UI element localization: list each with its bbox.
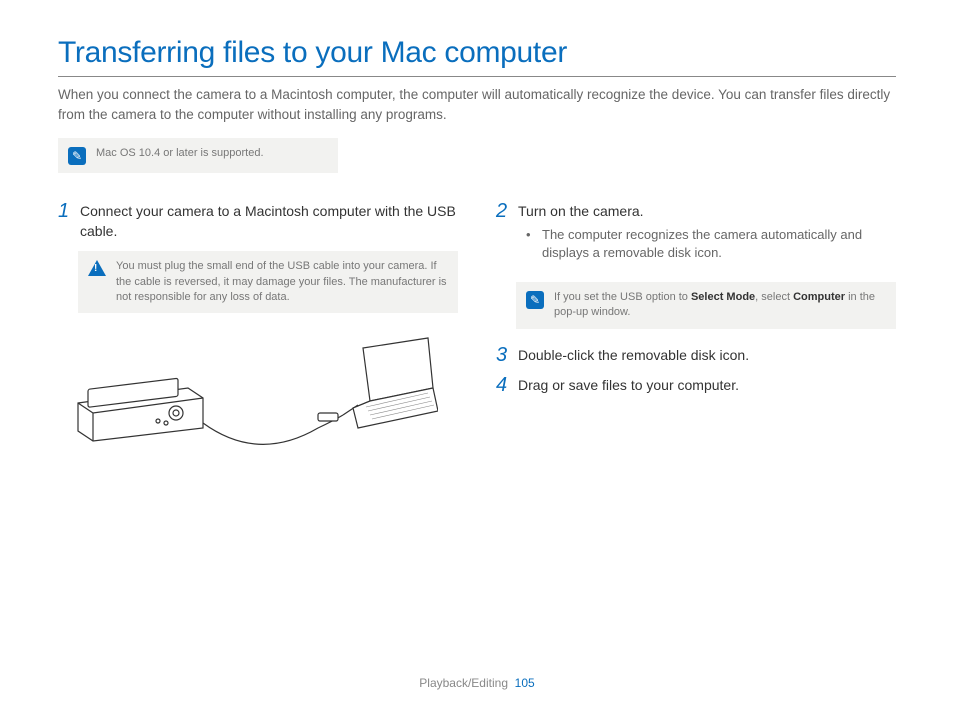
step-3-number: 3 xyxy=(496,345,510,366)
step-3: 3 Double-click the removable disk icon. xyxy=(496,345,896,366)
left-column: 1 Connect your camera to a Macintosh com… xyxy=(58,201,458,453)
footer-page-number: 105 xyxy=(515,676,535,690)
step-1: 1 Connect your camera to a Macintosh com… xyxy=(58,201,458,241)
warning-box: You must plug the small end of the USB c… xyxy=(78,251,458,313)
intro-text: When you connect the camera to a Macinto… xyxy=(58,85,896,124)
step-2-bullet: The computer recognizes the camera autom… xyxy=(532,226,896,262)
note-icon: ✎ xyxy=(68,147,86,165)
step-1-number: 1 xyxy=(58,201,72,241)
note-box-2: ✎ If you set the USB option to Select Mo… xyxy=(516,282,896,329)
step-2: 2 Turn on the camera. The computer recog… xyxy=(496,201,896,272)
note-2-text: If you set the USB option to Select Mode… xyxy=(554,290,886,321)
page-title: Transferring files to your Mac computer xyxy=(58,36,896,70)
note-icon: ✎ xyxy=(526,291,544,309)
page-footer: Playback/Editing 105 xyxy=(0,676,954,690)
footer-section: Playback/Editing xyxy=(419,676,508,690)
step-4: 4 Drag or save files to your computer. xyxy=(496,375,896,396)
step-4-text: Drag or save files to your computer. xyxy=(518,375,739,396)
connection-diagram xyxy=(58,333,458,453)
note-top-text: Mac OS 10.4 or later is supported. xyxy=(96,146,264,161)
step-2-text: Turn on the camera. xyxy=(518,202,896,222)
warning-text: You must plug the small end of the USB c… xyxy=(116,259,448,305)
step-2-number: 2 xyxy=(496,201,510,272)
warning-icon xyxy=(88,260,106,276)
step-1-text: Connect your camera to a Macintosh compu… xyxy=(80,201,458,241)
step-4-number: 4 xyxy=(496,375,510,396)
note-box-top: ✎ Mac OS 10.4 or later is supported. xyxy=(58,138,338,173)
right-column: 2 Turn on the camera. The computer recog… xyxy=(496,201,896,453)
title-rule xyxy=(58,76,896,77)
step-3-text: Double-click the removable disk icon. xyxy=(518,345,749,366)
